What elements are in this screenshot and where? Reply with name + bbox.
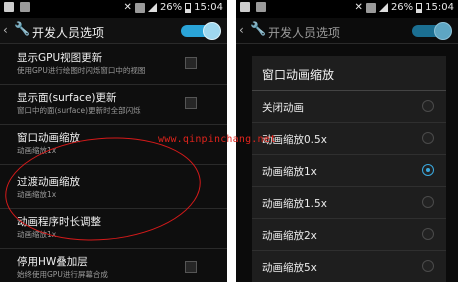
setting-title: 过渡动画缩放 xyxy=(17,176,80,188)
clock: 15:04 xyxy=(194,2,223,13)
developer-options-toggle[interactable] xyxy=(181,22,221,40)
option-scale-1x[interactable]: 动画缩放1x xyxy=(252,155,446,187)
setting-subtitle: 始终使用GPU进行屏幕合成 xyxy=(17,270,108,279)
action-bar: ‹ 🔧 开发人员选项 xyxy=(236,18,458,44)
dialog-title: 窗口动画缩放 xyxy=(262,68,335,82)
setting-transition-animation-scale[interactable]: 过渡动画缩放 动画缩放1x xyxy=(0,169,227,209)
battery-percent: 26% xyxy=(390,2,414,13)
battery-icon xyxy=(185,2,192,13)
watermark-text: www.qinpinchang.net xyxy=(158,134,277,145)
radio-button[interactable] xyxy=(422,132,434,144)
back-chevron-icon[interactable]: ‹ xyxy=(239,23,244,37)
option-label: 动画缩放5x xyxy=(262,262,317,274)
action-bar: ‹ 🔧 开发人员选项 xyxy=(0,18,227,44)
setting-subtitle: 动画缩放1x xyxy=(17,230,57,239)
setting-title: 窗口动画缩放 xyxy=(17,132,80,144)
radio-button[interactable] xyxy=(422,260,434,272)
toggle-knob xyxy=(434,22,452,40)
setting-animator-duration-scale[interactable]: 动画程序时长调整 动画缩放1x xyxy=(0,209,227,249)
checkbox[interactable] xyxy=(185,97,197,109)
setting-title: 显示面(surface)更新 xyxy=(17,92,117,104)
clock: 15:04 xyxy=(425,2,454,13)
back-chevron-icon[interactable]: ‹ xyxy=(3,23,8,37)
toggle-knob xyxy=(203,22,221,40)
option-label: 动画缩放1.5x xyxy=(262,198,327,210)
signal-icon xyxy=(378,3,388,12)
setting-surface-updates[interactable]: 显示面(surface)更新 窗口中的面(surface)更新时全部闪烁 xyxy=(0,85,227,125)
setting-subtitle: 使用GPU进行绘图时闪烁窗口中的视图 xyxy=(17,66,146,75)
app-icon xyxy=(20,2,30,12)
notification-icon xyxy=(240,2,250,12)
option-label: 动画缩放2x xyxy=(262,230,317,242)
checkbox[interactable] xyxy=(185,261,197,273)
setting-subtitle: 动画缩放1x xyxy=(17,190,57,199)
mute-icon: ✕ xyxy=(123,2,132,13)
wrench-icon[interactable]: 🔧 xyxy=(250,22,266,37)
no-sim-icon xyxy=(365,2,376,13)
radio-button[interactable] xyxy=(422,100,434,112)
developer-options-toggle[interactable] xyxy=(412,22,452,40)
option-scale-2x[interactable]: 动画缩放2x xyxy=(252,219,446,251)
setting-subtitle: 窗口中的面(surface)更新时全部闪烁 xyxy=(17,106,141,115)
status-bar: ✕ 26% 15:04 xyxy=(0,0,227,18)
option-animation-off[interactable]: 关闭动画 xyxy=(252,91,446,123)
animation-scale-dialog: 窗口动画缩放 关闭动画 动画缩放0.5x 动画缩放1x 动画缩放1.5x 动画缩… xyxy=(252,56,446,282)
option-label: 关闭动画 xyxy=(262,102,304,114)
setting-title: 显示GPU视图更新 xyxy=(17,52,103,64)
checkbox[interactable] xyxy=(185,57,197,69)
setting-title: 停用HW叠加层 xyxy=(17,256,88,268)
setting-disable-hw-overlays[interactable]: 停用HW叠加层 始终使用GPU进行屏幕合成 xyxy=(0,249,227,282)
no-sim-icon xyxy=(134,2,145,13)
option-label: 动画缩放1x xyxy=(262,166,317,178)
page-title: 开发人员选项 xyxy=(32,26,105,40)
option-scale-1-5x[interactable]: 动画缩放1.5x xyxy=(252,187,446,219)
notification-icon xyxy=(4,2,14,12)
wrench-icon[interactable]: 🔧 xyxy=(14,22,30,37)
page-title: 开发人员选项 xyxy=(268,26,341,40)
radio-button-selected[interactable] xyxy=(422,164,434,176)
signal-icon xyxy=(147,3,157,12)
battery-percent: 26% xyxy=(159,2,183,13)
setting-gpu-view-updates[interactable]: 显示GPU视图更新 使用GPU进行绘图时闪烁窗口中的视图 xyxy=(0,45,227,85)
radio-button[interactable] xyxy=(422,196,434,208)
setting-subtitle: 动画缩放1x xyxy=(17,146,57,155)
option-scale-0-5x[interactable]: 动画缩放0.5x xyxy=(252,123,446,155)
radio-button[interactable] xyxy=(422,228,434,240)
option-scale-5x[interactable]: 动画缩放5x xyxy=(252,251,446,282)
status-bar: ✕ 26% 15:04 xyxy=(236,0,458,18)
battery-icon xyxy=(416,2,423,13)
app-icon xyxy=(256,2,266,12)
setting-window-animation-scale[interactable]: 窗口动画缩放 动画缩放1x xyxy=(0,125,227,165)
setting-title: 动画程序时长调整 xyxy=(17,216,101,228)
mute-icon: ✕ xyxy=(354,2,363,13)
